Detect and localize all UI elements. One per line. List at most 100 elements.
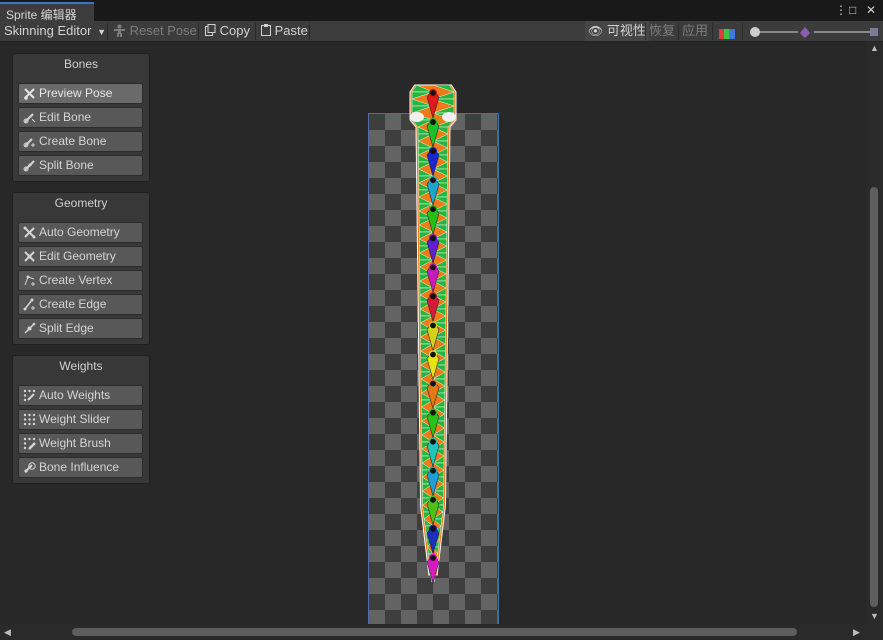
edit-geometry-button[interactable]: Edit Geometry <box>18 246 143 267</box>
vertical-scroll-thumb[interactable] <box>870 187 878 607</box>
auto-weights-button[interactable]: Auto Weights <box>18 385 143 406</box>
split-bone-label: Split Bone <box>39 158 94 172</box>
geometry-panel: Geometry Auto Geometry Edit Geometry Cre… <box>12 192 150 345</box>
apply-button[interactable]: 应用 <box>682 21 708 41</box>
preview-pose-label: Preview Pose <box>39 86 113 100</box>
create-vertex-label: Create Vertex <box>39 273 113 287</box>
horizontal-scrollbar[interactable]: ◀ ▶ <box>0 624 866 640</box>
bone-joint <box>428 292 438 301</box>
scroll-right-icon[interactable]: ▶ <box>853 628 860 637</box>
window-tab-bar: Sprite 编辑器 ⋮ □ ✕ <box>0 0 883 22</box>
weight-slider-label: Weight Slider <box>39 412 111 426</box>
create-bone-label: Create Bone <box>39 134 107 148</box>
edit-bone-label: Edit Bone <box>39 110 92 124</box>
chevron-down-icon: ▼ <box>97 27 106 37</box>
mode-dropdown-label: Skinning Editor <box>4 23 92 38</box>
edit-bone-button[interactable]: Edit Bone <box>18 107 143 128</box>
skinning-canvas[interactable]: Bones Preview Pose Edit Bone Create Bone… <box>0 42 866 636</box>
preview-pose-button[interactable]: Preview Pose <box>18 83 143 104</box>
zoom-slider-handle <box>750 27 760 37</box>
bone-influence-icon <box>24 462 36 473</box>
auto-geometry-icon <box>23 226 36 239</box>
copy-button[interactable]: Copy <box>205 21 250 41</box>
edit-bone-icon <box>23 113 36 124</box>
bone-joint <box>428 553 438 563</box>
bone-joint <box>428 117 438 127</box>
tab-menu-icon[interactable]: ⋮ <box>835 3 847 17</box>
split-bone-button[interactable]: Split Bone <box>18 155 143 176</box>
paste-icon <box>261 24 271 36</box>
bones-panel: Bones Preview Pose Edit Bone Create Bone… <box>12 53 150 182</box>
bones-panel-title: Bones <box>63 57 99 71</box>
weight-brush-button[interactable]: Weight Brush <box>18 433 143 454</box>
auto-weights-icon <box>23 389 36 402</box>
edit-geometry-icon <box>24 251 35 262</box>
create-edge-label: Create Edge <box>39 297 107 311</box>
scroll-down-icon[interactable]: ▼ <box>870 612 879 621</box>
visibility-label: 可视性 <box>606 23 646 38</box>
scroll-left-icon[interactable]: ◀ <box>4 628 11 637</box>
copy-label: Copy <box>219 23 250 38</box>
split-edge-button[interactable]: Split Edge <box>18 318 143 339</box>
edit-geometry-label: Edit Geometry <box>39 249 116 263</box>
horizontal-scroll-thumb[interactable] <box>72 628 797 636</box>
color-channels-button[interactable] <box>719 25 735 39</box>
weight-slider-icon <box>23 413 36 426</box>
weight-slider-button[interactable]: Weight Slider <box>18 409 143 430</box>
eye-icon: 👁 <box>588 24 604 38</box>
bone-joint <box>428 147 438 156</box>
split-edge-icon <box>24 322 36 334</box>
bone-joint <box>428 176 438 185</box>
create-vertex-icon <box>24 275 35 286</box>
toolbar-divider <box>645 23 646 40</box>
alpha-slider-handle <box>800 27 810 38</box>
revert-label: 恢复 <box>649 23 676 38</box>
toolbar-divider <box>712 23 713 40</box>
create-edge-button[interactable]: Create Edge <box>18 294 143 315</box>
bone-joint <box>428 437 438 446</box>
toolbar-divider <box>107 23 108 40</box>
bone-joint <box>428 495 438 504</box>
split-bone-icon <box>23 160 35 172</box>
bone-joint <box>428 263 438 272</box>
bone-joint <box>428 205 438 214</box>
vertical-scrollbar[interactable]: ▲ ▼ <box>866 42 883 624</box>
bone-joint <box>428 466 438 475</box>
create-vertex-button[interactable]: Create Vertex <box>18 270 143 291</box>
mode-dropdown[interactable]: Skinning Editor ▼ <box>4 21 106 41</box>
revert-button[interactable]: 恢复 <box>649 21 675 41</box>
bone-joint <box>428 408 438 417</box>
reset-pose-button[interactable]: Reset Pose <box>113 21 197 41</box>
bone-influence-button[interactable]: Bone Influence <box>18 457 143 478</box>
bone-joint <box>428 524 438 533</box>
toolbar-divider <box>255 23 256 40</box>
bone-joint <box>428 234 438 243</box>
visibility-toggle[interactable]: 👁 可视性 <box>585 21 649 41</box>
create-bone-icon <box>23 138 35 148</box>
transparency-icon <box>870 28 878 36</box>
bone-joint <box>428 379 438 388</box>
close-icon[interactable]: ✕ <box>866 3 876 17</box>
bone-influence-label: Bone Influence <box>39 460 120 474</box>
reset-pose-icon <box>114 24 125 37</box>
zoom-slider[interactable] <box>748 24 878 40</box>
maximize-icon[interactable]: □ <box>849 3 856 17</box>
paste-button[interactable]: Paste <box>261 21 308 41</box>
scroll-up-icon[interactable]: ▲ <box>870 44 879 53</box>
weights-panel: Weights Auto Weights Weight Slider Weigh… <box>12 355 150 484</box>
toolbar-divider <box>742 23 743 40</box>
sprite-mesh[interactable] <box>368 71 499 594</box>
bone-joint <box>428 350 438 359</box>
toolbar-divider <box>678 23 679 40</box>
geometry-panel-title: Geometry <box>54 196 108 210</box>
create-bone-button[interactable]: Create Bone <box>18 131 143 152</box>
scrollbar-corner <box>866 624 883 640</box>
paste-label: Paste <box>274 23 308 38</box>
color-channels-icon <box>719 29 735 39</box>
split-edge-label: Split Edge <box>39 321 94 335</box>
weights-panel-title: Weights <box>59 359 103 373</box>
weight-brush-label: Weight Brush <box>39 436 111 450</box>
weight-brush-icon <box>23 437 36 450</box>
tab-sprite-editor[interactable]: Sprite 编辑器 <box>0 2 94 22</box>
auto-geometry-button[interactable]: Auto Geometry <box>18 222 143 243</box>
